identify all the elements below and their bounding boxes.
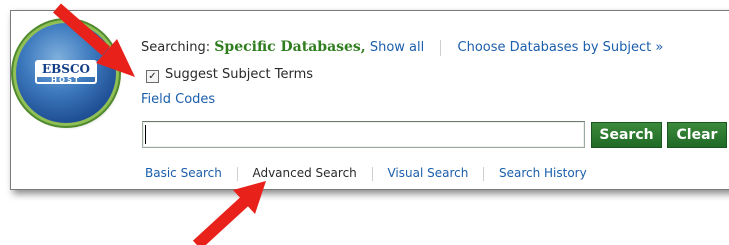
divider — [236, 166, 238, 181]
logo-sub-text: HOST — [51, 76, 81, 84]
basic-search-link[interactable]: Basic Search — [145, 166, 222, 180]
visual-search-link[interactable]: Visual Search — [387, 166, 468, 180]
logo-brand-text: EBSCO — [37, 62, 95, 77]
selected-databases: Specific Databases, — [214, 39, 366, 55]
show-all-link[interactable]: Show all — [370, 40, 424, 55]
divider — [440, 39, 442, 56]
clear-button[interactable]: Clear — [667, 122, 727, 148]
arrow-annotation-icon — [192, 181, 266, 245]
search-button[interactable]: Search — [591, 122, 662, 148]
search-input[interactable] — [142, 121, 585, 148]
search-mode-nav: Basic Search Advanced Search Visual Sear… — [145, 164, 587, 182]
suggest-label: Suggest Subject Terms — [165, 67, 314, 82]
searching-row: Searching: Specific Databases, Show all … — [141, 37, 663, 57]
suggest-subject-terms: ✓ Suggest Subject Terms — [146, 66, 313, 84]
searching-label: Searching: — [141, 40, 211, 55]
checkbox-checked-icon[interactable]: ✓ — [146, 70, 159, 83]
field-codes-link[interactable]: Field Codes — [141, 91, 215, 109]
choose-databases-link[interactable]: Choose Databases by Subject » — [458, 40, 664, 55]
advanced-search-link[interactable]: Advanced Search — [252, 166, 356, 180]
divider — [483, 166, 485, 181]
search-history-link[interactable]: Search History — [499, 166, 587, 180]
text-cursor — [145, 125, 146, 144]
logo-badge: EBSCO HOST — [35, 60, 97, 84]
divider — [371, 166, 373, 181]
ebsco-host-logo[interactable]: EBSCO HOST — [16, 23, 116, 123]
